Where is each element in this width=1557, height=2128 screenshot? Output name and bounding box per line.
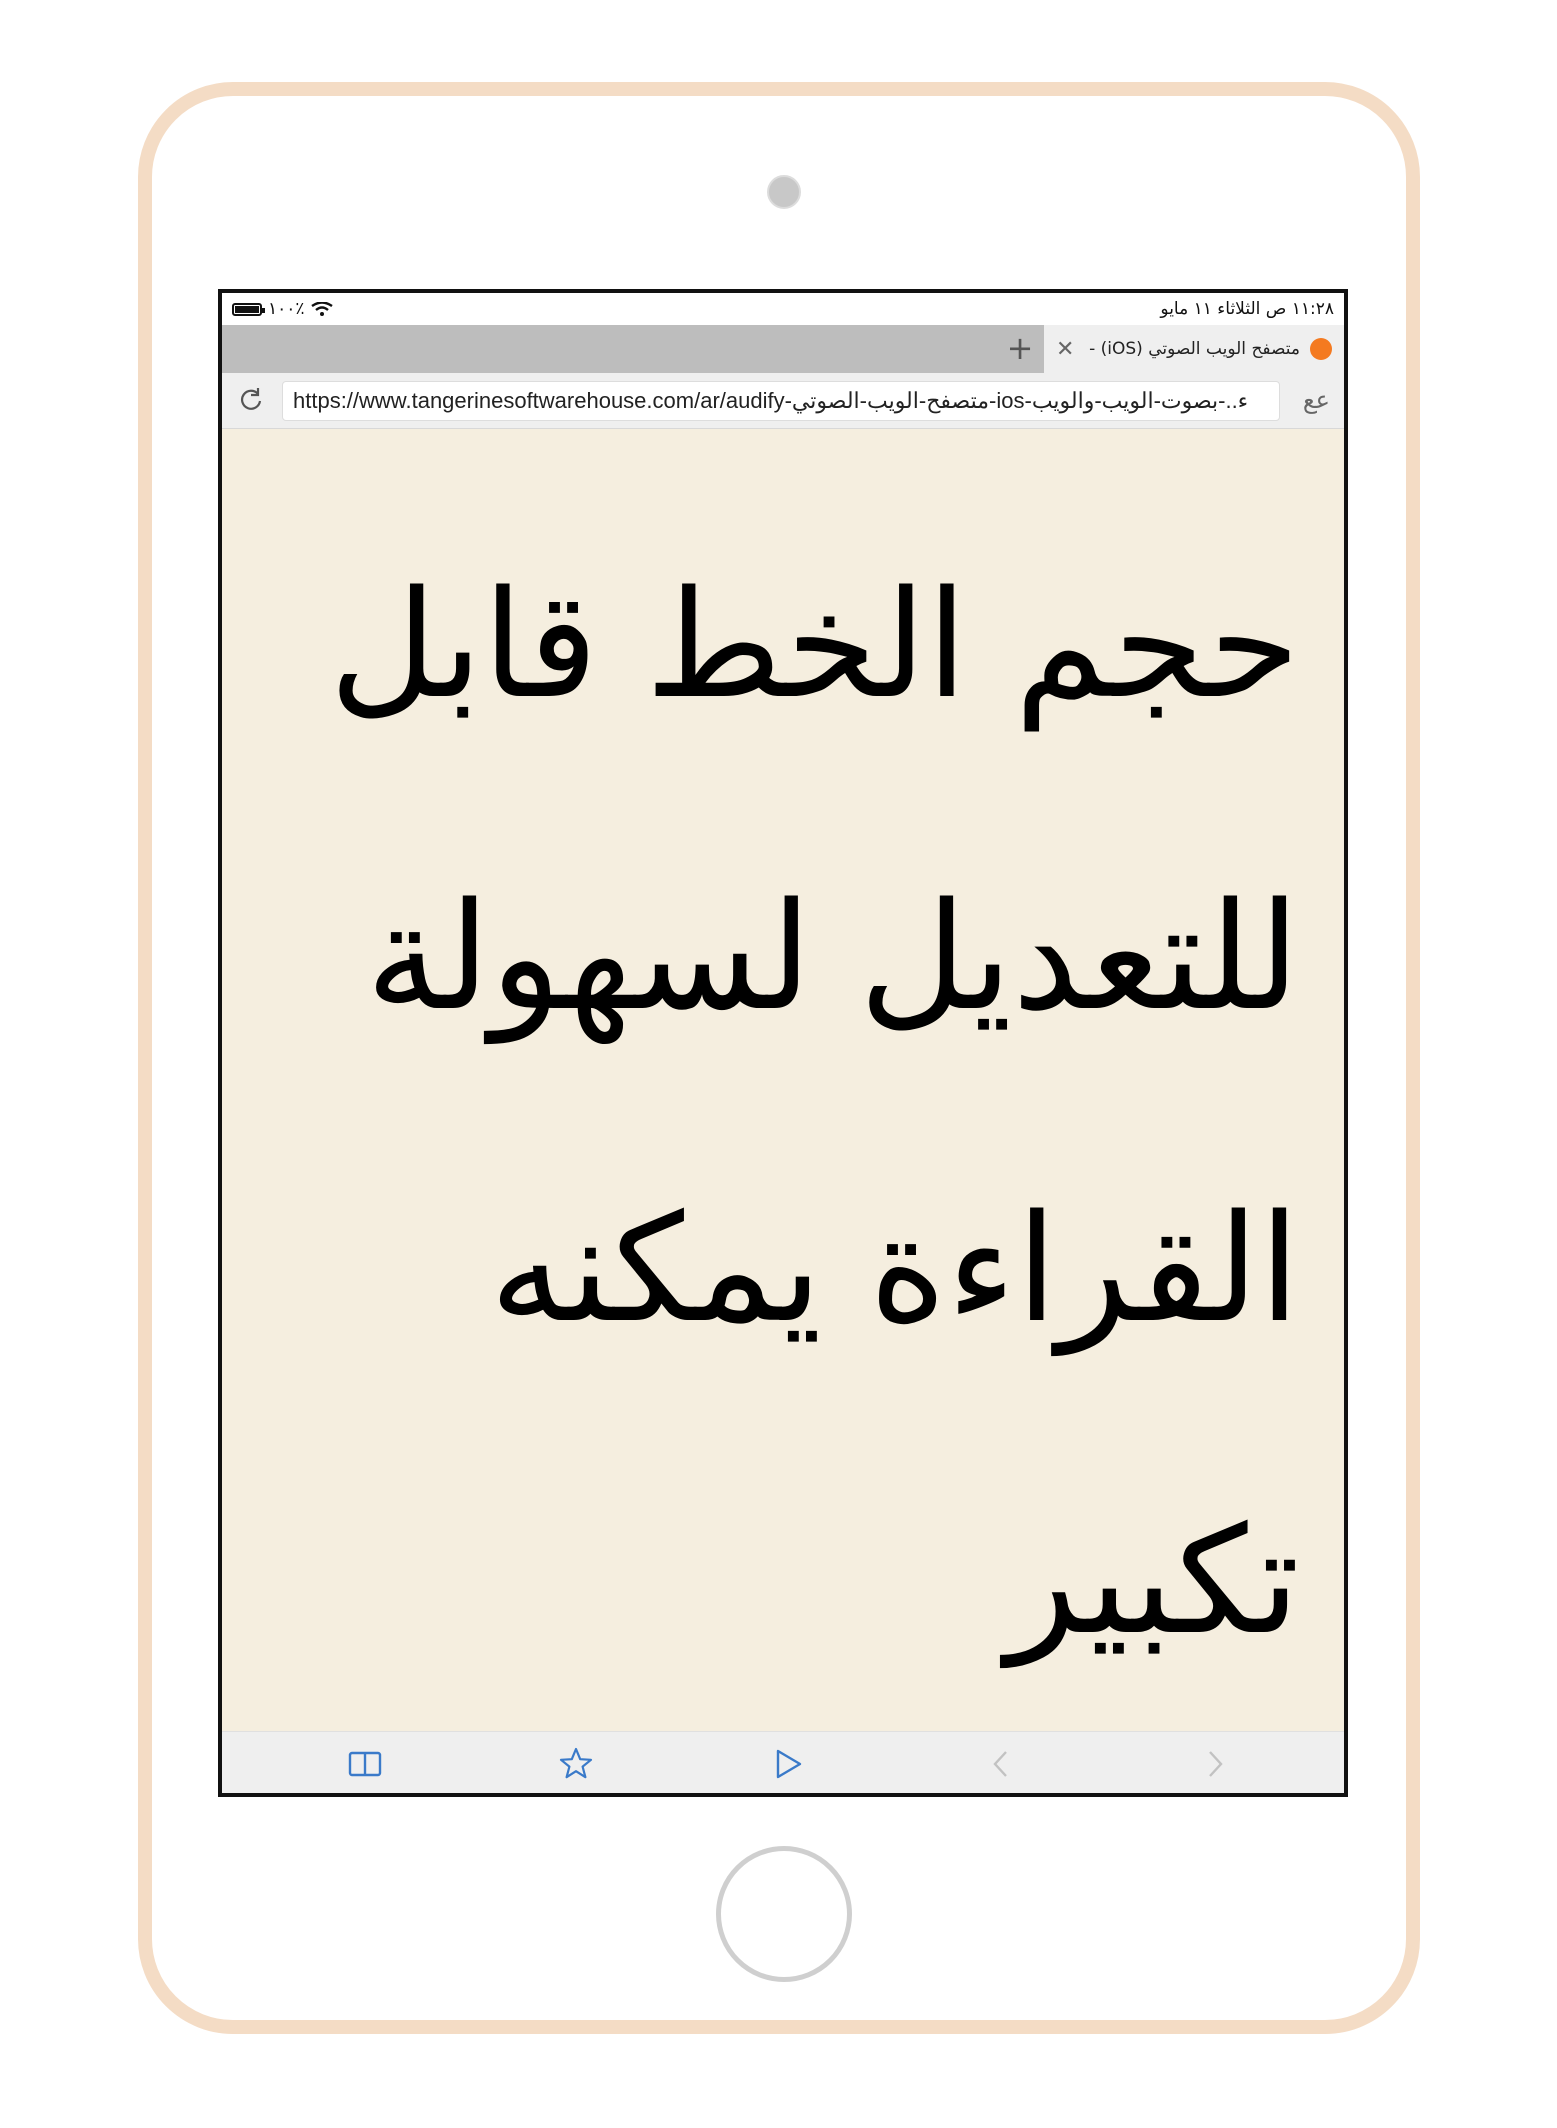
reload-icon[interactable] bbox=[236, 385, 266, 415]
battery-icon bbox=[232, 302, 265, 316]
tab-title: متصفح الويب الصوتي (iOS) - Audify bbox=[1084, 339, 1300, 359]
tab-audify[interactable]: متصفح الويب الصوتي (iOS) - Audify ✕ bbox=[1044, 325, 1344, 373]
status-time-date: ١١:٢٨ ص الثلاثاء ١١ مايو bbox=[1160, 299, 1334, 319]
new-tab-button[interactable]: + bbox=[997, 325, 1043, 373]
forward-icon bbox=[1209, 1751, 1223, 1777]
status-bar: ١٠٠٪ ١١:٢٨ ص الثلاثاء ١١ مايو bbox=[222, 293, 1344, 325]
favicon-icon bbox=[1310, 338, 1332, 360]
forward-button[interactable] bbox=[1196, 1746, 1232, 1782]
status-indicators: ١٠٠٪ bbox=[232, 299, 333, 319]
back-icon bbox=[993, 1751, 1007, 1777]
battery-percent: ١٠٠٪ bbox=[268, 299, 305, 319]
play-icon bbox=[776, 1749, 802, 1779]
url-field[interactable]: https://www.tangerinesoftwarehouse.com/a… bbox=[282, 381, 1280, 421]
bookmark-star-icon bbox=[559, 1747, 593, 1779]
browser-screen: ١٠٠٪ ١١:٢٨ ص الثلاثاء ١١ مايو + متصفح ال… bbox=[218, 289, 1348, 1797]
play-button[interactable] bbox=[770, 1746, 806, 1782]
reader-button[interactable] bbox=[347, 1746, 383, 1782]
front-camera bbox=[767, 175, 801, 209]
back-button[interactable] bbox=[984, 1746, 1020, 1782]
reader-icon bbox=[348, 1751, 382, 1777]
tab-strip: + متصفح الويب الصوتي (iOS) - Audify ✕ bbox=[222, 325, 1344, 373]
address-bar: https://www.tangerinesoftwarehouse.com/a… bbox=[222, 373, 1344, 429]
text-size-button[interactable]: عع bbox=[1303, 383, 1330, 417]
bottom-toolbar bbox=[222, 1731, 1344, 1793]
close-tab-icon[interactable]: ✕ bbox=[1056, 337, 1074, 362]
home-button[interactable] bbox=[716, 1846, 852, 1982]
bookmark-button[interactable] bbox=[558, 1746, 594, 1782]
wifi-icon bbox=[310, 302, 333, 316]
large-arabic-text: حجم الخط قابل للتعديل لسهولة القراءة يمك… bbox=[329, 559, 1300, 1667]
page-content: حجم الخط قابل للتعديل لسهولة القراءة يمك… bbox=[222, 429, 1344, 1731]
